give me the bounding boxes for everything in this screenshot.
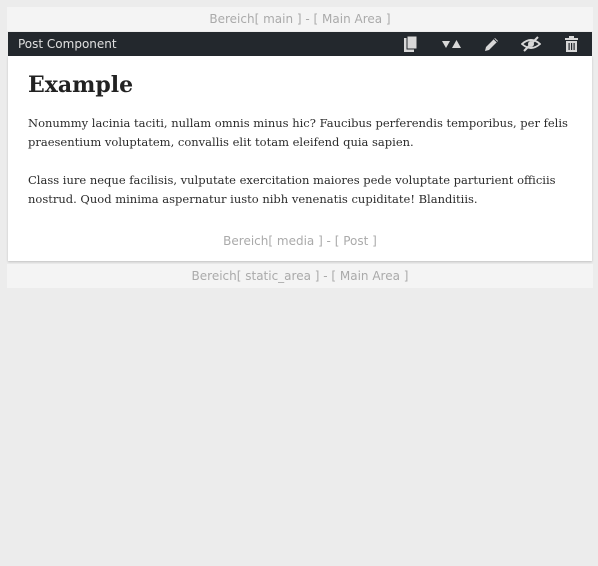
media-area-label: Bereich[ media ] - [ Post ] — [223, 234, 377, 248]
static-area-label: Bereich[ static_area ] - [ Main Area ] — [7, 264, 593, 288]
post-paragraph-2: Class iure neque facilisis, vulputate ex… — [28, 173, 556, 206]
component-title: Post Component — [18, 37, 117, 51]
delete-icon[interactable] — [558, 32, 584, 56]
post-card: Example Nonummy lacinia taciti, nullam o… — [8, 56, 592, 261]
hide-icon[interactable] — [518, 32, 544, 56]
component-toolbar: Post Component — [8, 32, 592, 56]
copy-icon[interactable] — [398, 32, 424, 56]
move-icon[interactable] — [439, 32, 465, 56]
post-paragraph-1: Nonummy lacinia taciti, nullam omnis min… — [28, 116, 568, 149]
main-area-label: Bereich[ main ] - [ Main Area ] — [7, 7, 593, 31]
edit-icon[interactable] — [478, 32, 504, 56]
post-heading: Example — [28, 72, 134, 98]
